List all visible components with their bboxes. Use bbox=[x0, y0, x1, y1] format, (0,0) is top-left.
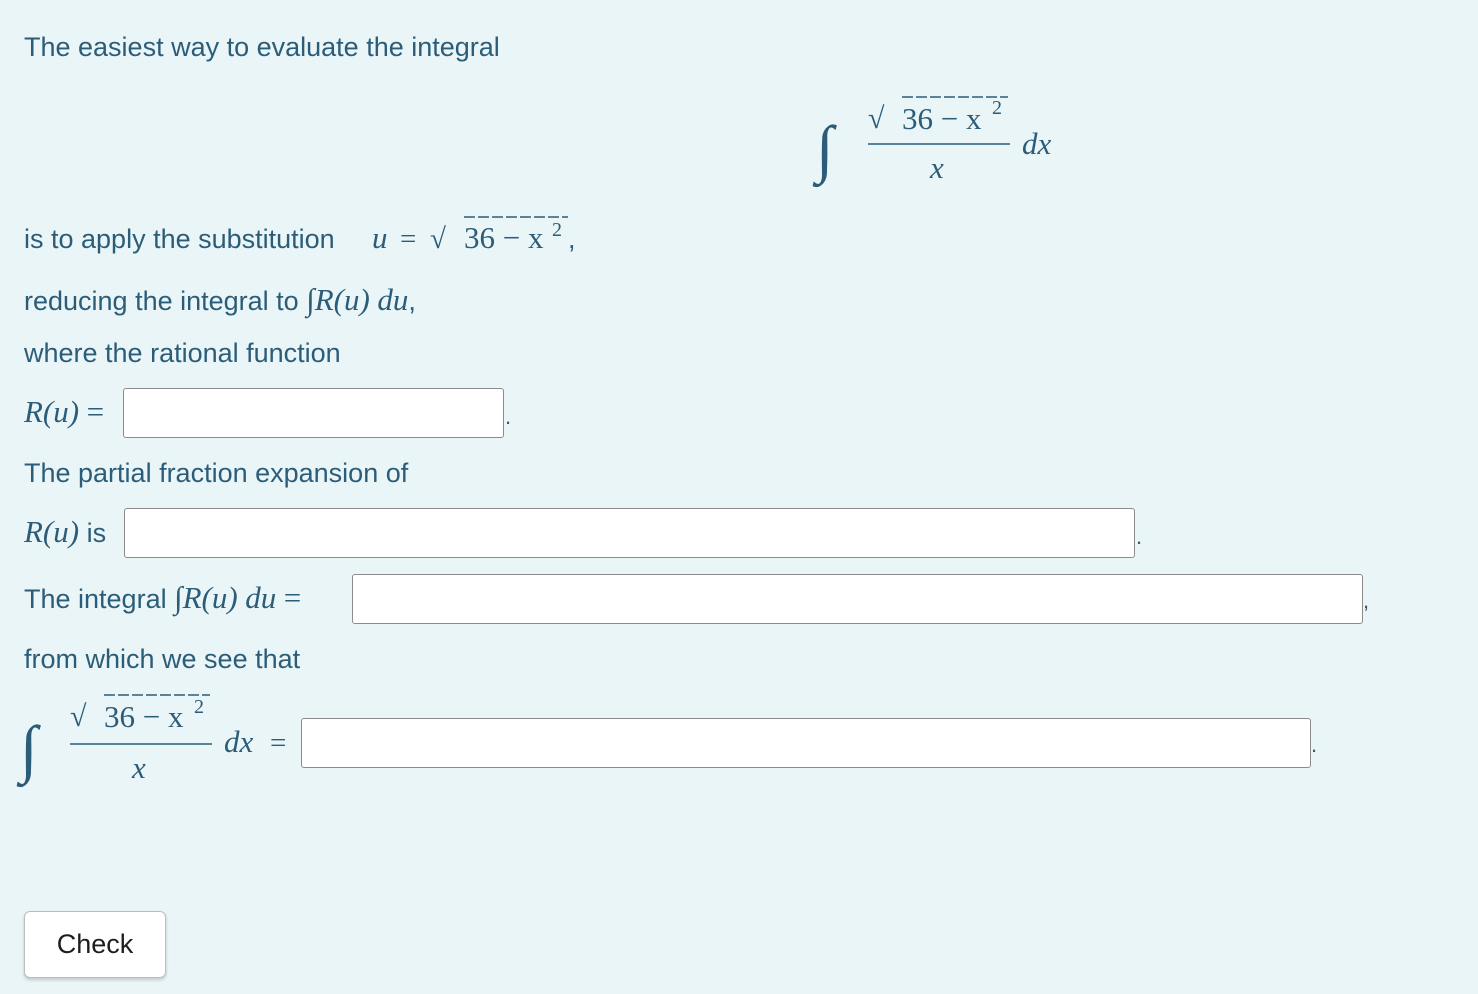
final-integral: ∫ √ 36 − x 2 x dx = bbox=[16, 694, 286, 788]
dx-label: dx bbox=[1022, 126, 1052, 161]
R-u-label: R(u) = bbox=[24, 394, 105, 429]
svg-text:√: √ bbox=[70, 700, 87, 733]
svg-text:dx: dx bbox=[224, 724, 254, 759]
comma-1: , bbox=[568, 224, 576, 254]
period-2: . bbox=[1136, 524, 1143, 549]
svg-text:=: = bbox=[270, 727, 286, 759]
denominator: x bbox=[929, 150, 944, 185]
period-1: . bbox=[505, 404, 512, 429]
substitution-label: is to apply the substitution bbox=[24, 224, 335, 254]
partial-fraction-input[interactable] bbox=[124, 508, 1135, 558]
sqrt-sign: √ bbox=[868, 102, 885, 135]
svg-text:∫: ∫ bbox=[16, 713, 41, 788]
integral-R-u-input[interactable] bbox=[352, 574, 1363, 624]
R-u-is-label: R(u) is bbox=[24, 514, 107, 549]
comma-2: , bbox=[1363, 588, 1370, 613]
svg-text:u: u bbox=[372, 220, 388, 255]
svg-text:=: = bbox=[400, 223, 416, 255]
substitution-text: is to apply the substitution bbox=[24, 224, 335, 255]
svg-text:36 − x: 36 − x bbox=[104, 699, 184, 734]
svg-text:√: √ bbox=[430, 223, 446, 255]
reducing-text: reducing the integral to ∫R(u) du, bbox=[24, 282, 416, 317]
final-answer-input[interactable] bbox=[301, 718, 1311, 768]
display-integral: ∫ √ 36 − x 2 x dx bbox=[812, 96, 1052, 188]
exponent: 2 bbox=[992, 97, 1002, 119]
R-u-input[interactable] bbox=[123, 388, 504, 438]
integral-R-u-label: The integral ∫R(u) du = bbox=[24, 580, 302, 615]
period-3: . bbox=[1311, 732, 1318, 757]
conclusion-text: from which we see that bbox=[24, 644, 301, 674]
svg-text:36 − x: 36 − x bbox=[464, 220, 544, 255]
intro-text: The easiest way to evaluate the integral bbox=[24, 32, 500, 62]
substitution-math: u = √ 36 − x 2 bbox=[372, 216, 568, 255]
partial-fraction-text: The partial fraction expansion of bbox=[24, 458, 409, 488]
rational-function-text: where the rational function bbox=[24, 338, 341, 368]
check-button[interactable]: Check bbox=[24, 911, 166, 978]
svg-text:2: 2 bbox=[552, 219, 562, 241]
integral-sign: ∫ bbox=[812, 113, 837, 188]
svg-text:2: 2 bbox=[194, 696, 204, 718]
svg-text:x: x bbox=[131, 750, 146, 785]
radicand: 36 − x bbox=[902, 101, 982, 136]
